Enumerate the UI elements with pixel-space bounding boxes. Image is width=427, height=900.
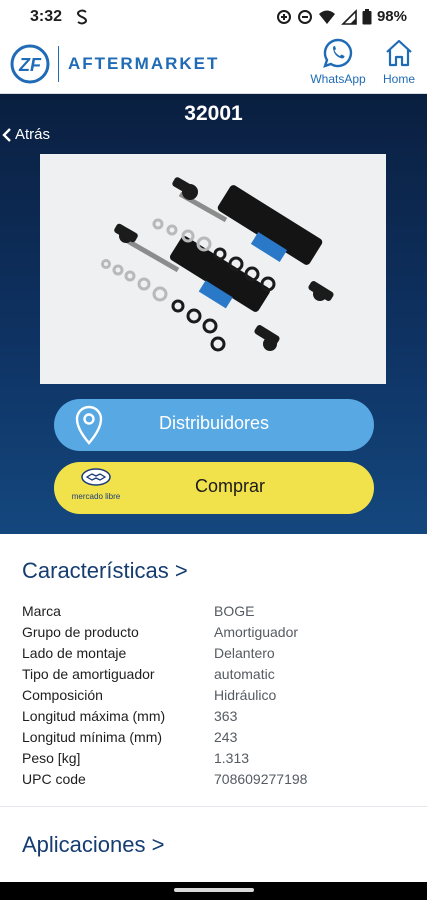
spec-label: Peso [kg] [22, 749, 81, 766]
whatsapp-button[interactable]: WhatsApp [306, 38, 370, 90]
product-image [40, 154, 386, 384]
home-button[interactable]: Home [370, 38, 427, 90]
chevron-left-icon [2, 127, 11, 142]
product-code: 32001 [184, 102, 243, 125]
spec-value: Hidráulico [214, 686, 277, 703]
status-time: 3:32 [30, 8, 63, 25]
spec-label: Tipo de amortiguador [22, 665, 155, 682]
wifi-icon [318, 10, 335, 24]
spec-row: Grupo de producto Amortiguador [22, 621, 412, 642]
home-gesture-handle[interactable] [174, 888, 254, 892]
spec-label: Grupo de producto [22, 623, 139, 640]
comprar-button[interactable]: mercado libre Comprar [54, 462, 374, 514]
spec-value: 1.313 [214, 749, 250, 766]
spec-row: Tipo de amortiguador automatic [22, 663, 412, 684]
zf-logo-text: ZF [18, 55, 42, 75]
brand-title: AFTERMARKET [68, 54, 220, 73]
spec-row: Longitud máxima (mm) 363 [22, 705, 412, 726]
status-icons: 98% [276, 8, 407, 25]
s-notification-icon [77, 9, 87, 25]
back-button[interactable]: Atrás [2, 126, 50, 143]
status-bar: 3:32 98% [0, 0, 427, 34]
characteristics-section: Características > Marca BOGE Grupo de prod… [0, 534, 427, 807]
whatsapp-label: WhatsApp [310, 72, 366, 86]
product-hero: 32001 Atrás Distribuidores mercado libre… [0, 94, 427, 534]
spec-label: Marca [22, 602, 61, 619]
back-label: Atrás [15, 126, 51, 143]
spec-row: Marca BOGE [22, 600, 412, 621]
zf-logo[interactable]: ZF [10, 44, 50, 84]
whatsapp-icon [323, 38, 353, 68]
spec-label: Longitud máxima (mm) [22, 707, 166, 724]
spec-value: Amortiguador [214, 623, 299, 640]
spec-value: 243 [214, 728, 238, 745]
shock-absorber-illustration [101, 177, 334, 352]
spec-row: Peso [kg] 1.313 [22, 747, 412, 768]
spec-value: Delantero [214, 644, 275, 661]
distribuidores-button[interactable]: Distribuidores [54, 399, 374, 451]
applications-section: Aplicaciones > [0, 808, 427, 882]
spec-table: Marca BOGE Grupo de producto Amortiguador La… [22, 600, 412, 789]
battery-percent: 98% [376, 8, 407, 25]
spec-row: Composición Hidráulico [22, 684, 412, 705]
applications-title[interactable]: Aplicaciones > [22, 832, 164, 858]
app-header: ZF AFTERMARKET WhatsApp Home [0, 34, 427, 94]
comprar-label: Comprar [194, 476, 265, 496]
do-not-disturb-icon [297, 9, 312, 24]
battery-icon [362, 8, 372, 24]
spec-label: UPC code [22, 770, 86, 787]
characteristics-title[interactable]: Características > [22, 558, 188, 584]
header-divider [58, 46, 59, 82]
distribuidores-label: Distribuidores [158, 413, 270, 433]
spec-value: BOGE [214, 602, 255, 619]
signal-icon [341, 8, 357, 25]
spec-label: Lado de montaje [22, 644, 127, 661]
spec-value: 708609277198 [214, 770, 308, 787]
system-nav-bar [0, 882, 427, 900]
spec-label: Longitud mínima (mm) [22, 728, 163, 745]
spec-row: Lado de montaje Delantero [22, 642, 412, 663]
spec-row: UPC code 708609277198 [22, 768, 412, 789]
spec-label: Composición [22, 686, 103, 703]
home-label: Home [382, 72, 415, 86]
spec-row: Longitud mínima (mm) 243 [22, 726, 412, 747]
data-saver-icon [276, 9, 291, 24]
spec-value: 363 [214, 707, 238, 724]
home-icon [386, 39, 412, 67]
spec-value: automatic [214, 665, 275, 682]
